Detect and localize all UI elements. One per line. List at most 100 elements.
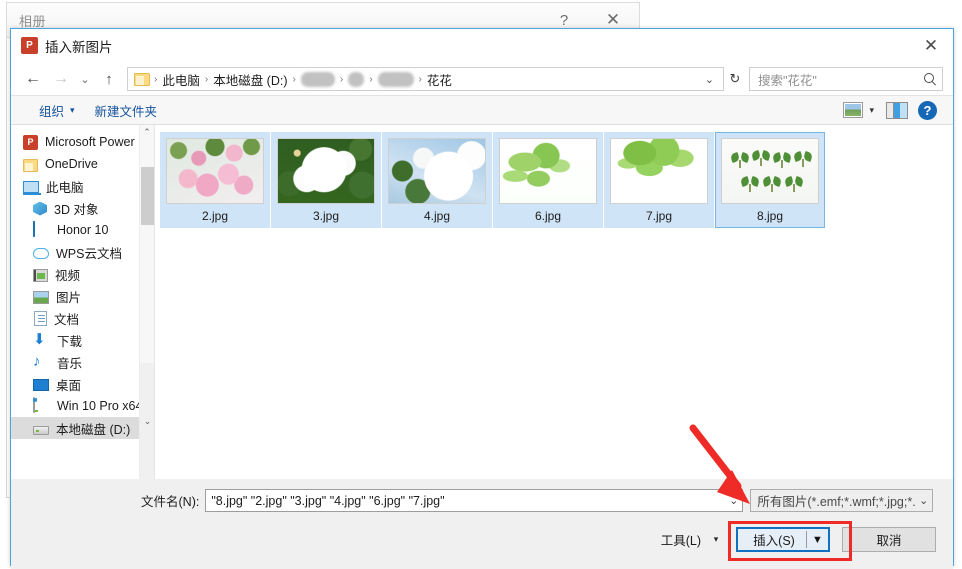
sidebar-item-3d-objects[interactable]: 3D 对象 — [11, 197, 154, 219]
recent-locations-button[interactable]: ⌄ — [75, 66, 95, 92]
music-icon: ♪ — [33, 353, 41, 370]
scroll-up-icon[interactable]: ⌃ — [140, 125, 154, 140]
drive-icon — [33, 397, 50, 414]
drive-icon — [33, 426, 49, 435]
sidebar-item-label: 下载 — [57, 334, 83, 349]
sidebar-item-label: 3D 对象 — [54, 202, 99, 217]
file-tile-3jpg[interactable]: 3.jpg — [271, 132, 381, 228]
sidebar-item-this-pc[interactable]: 此电脑 — [11, 175, 154, 197]
organize-button[interactable]: 组织 ▾ — [29, 101, 85, 120]
sidebar-item-wps-cloud[interactable]: WPS云文档 — [11, 241, 154, 263]
sidebar-item-label: Win 10 Pro x64 — [57, 399, 143, 413]
sidebar-item-videos[interactable]: 视频 — [11, 263, 154, 285]
dialog-footer: 文件名(N): "8.jpg" "2.jpg" "3.jpg" "4.jpg" … — [11, 479, 953, 569]
insert-button[interactable]: 插入(S) ▼ — [736, 527, 830, 552]
breadcrumb-separator: › — [292, 73, 296, 85]
file-name-label: 8.jpg — [756, 209, 784, 223]
sidebar-item-label: 此电脑 — [46, 180, 84, 195]
filename-value: "8.jpg" "2.jpg" "3.jpg" "4.jpg" "6.jpg" … — [211, 493, 445, 508]
search-icon — [923, 72, 937, 86]
sidebar-item-label: 图片 — [56, 290, 82, 305]
breadcrumb-redacted-1[interactable] — [300, 71, 335, 87]
thumbnail — [277, 138, 375, 204]
file-tile-4jpg[interactable]: 4.jpg — [382, 132, 492, 228]
sidebar-item-downloads[interactable]: ⬇ 下载 — [11, 329, 154, 351]
chevron-down-icon: ▾ — [70, 104, 75, 115]
sidebar-item-pictures[interactable]: 图片 — [11, 285, 154, 307]
chevron-down-icon[interactable]: ▼ — [807, 534, 828, 546]
file-name-label: 2.jpg — [201, 209, 229, 223]
breadcrumb-separator: › — [418, 73, 422, 85]
preview-pane-icon[interactable] — [886, 101, 908, 119]
sidebar-item-label: 本地磁盘 (D:) — [56, 422, 131, 437]
file-name-label: 4.jpg — [423, 209, 451, 223]
sidebar-item-label: 视频 — [55, 268, 81, 283]
file-tile-row: 2.jpg 3.jpg 4.jpg 6.jpg 7.jpg 8.jpg — [160, 132, 953, 228]
forward-button[interactable]: → — [47, 66, 75, 92]
breadcrumb-local-disk-d[interactable]: 本地磁盘 (D:) — [210, 70, 290, 89]
tools-button[interactable]: 工具(L) — [655, 530, 707, 549]
phone-icon — [33, 221, 50, 238]
file-tile-2jpg[interactable]: 2.jpg — [160, 132, 270, 228]
breadcrumb-redacted-2[interactable] — [348, 71, 365, 87]
thumbnail — [499, 138, 597, 204]
breadcrumb-this-pc[interactable]: 此电脑 — [159, 70, 203, 89]
view-mode-icon[interactable] — [843, 102, 864, 118]
filename-row: 文件名(N): "8.jpg" "2.jpg" "3.jpg" "4.jpg" … — [11, 489, 953, 512]
chevron-down-icon: ⌄ — [919, 495, 929, 507]
file-name-label: 3.jpg — [312, 209, 340, 223]
sidebar-item-win-10-pro-x64[interactable]: Win 10 Pro x64 — [11, 395, 154, 417]
cancel-button[interactable]: 取消 — [842, 527, 936, 552]
sidebar-item-label: OneDrive — [45, 157, 98, 171]
this-pc-icon — [23, 181, 41, 195]
up-button[interactable]: ↑ — [95, 66, 123, 92]
sidebar-item-label: 文档 — [54, 312, 80, 327]
filename-label: 文件名(N): — [141, 495, 200, 509]
search-placeholder: 搜索"花花" — [758, 73, 817, 88]
sidebar-item-desktop[interactable]: 桌面 — [11, 373, 154, 395]
documents-icon — [34, 310, 47, 326]
sidebar-item-label: WPS云文档 — [56, 246, 122, 261]
back-button[interactable]: ← — [19, 66, 47, 92]
address-bar[interactable]: › 此电脑 › 本地磁盘 (D:) › › › › 花花 ⌄ — [127, 67, 724, 91]
chevron-down-icon[interactable]: ⌄ — [725, 494, 738, 507]
scrollbar-thumb[interactable] — [141, 167, 154, 225]
powerpoint-icon: P — [21, 37, 38, 54]
search-input[interactable]: 搜索"花花" — [749, 67, 943, 91]
dialog-title: 插入新图片 — [45, 39, 113, 55]
sidebar-item-honor-10[interactable]: Honor 10 — [11, 219, 154, 241]
chevron-down-icon[interactable]: ▾ — [869, 105, 874, 116]
file-tile-7jpg[interactable]: 7.jpg — [604, 132, 714, 228]
file-name-label: 7.jpg — [645, 209, 673, 223]
sidebar-scrollbar[interactable]: ⌃ ⌄ — [139, 125, 155, 479]
breadcrumb-current-folder[interactable]: 花花 — [424, 70, 455, 89]
navigation-pane: P Microsoft Power OneDrive 此电脑 3D 对象 Hon… — [11, 125, 155, 479]
file-list[interactable]: 2.jpg 3.jpg 4.jpg 6.jpg 7.jpg 8.jpg — [154, 125, 953, 479]
scroll-down-icon[interactable]: ⌄ — [140, 363, 155, 479]
3d-objects-icon — [33, 201, 47, 216]
videos-icon — [33, 268, 48, 282]
dialog-button-row: 工具(L) ▾ 插入(S) ▼ 取消 — [11, 527, 953, 552]
thumbnail — [388, 138, 486, 204]
filename-input[interactable]: "8.jpg" "2.jpg" "3.jpg" "4.jpg" "6.jpg" … — [205, 489, 744, 512]
chevron-down-icon[interactable]: ⌄ — [700, 73, 719, 86]
help-icon[interactable]: ? — [918, 100, 937, 120]
sidebar-item-music[interactable]: ♪ 音乐 — [11, 351, 154, 373]
refresh-icon[interactable]: ↻ — [724, 67, 746, 91]
close-icon[interactable]: ✕ — [909, 29, 953, 63]
file-tile-8jpg[interactable]: 8.jpg — [715, 132, 825, 228]
sidebar-item-microsoft-powerpoint[interactable]: P Microsoft Power — [11, 131, 154, 153]
sidebar-item-documents[interactable]: 文档 — [11, 307, 154, 329]
filetype-value: 所有图片(*.emf;*.wmf;*.jpg;*.jp — [757, 495, 916, 509]
thumbnail — [721, 138, 819, 204]
filetype-dropdown[interactable]: 所有图片(*.emf;*.wmf;*.jpg;*.jp ⌄ — [750, 489, 934, 512]
breadcrumb-redacted-3[interactable] — [377, 71, 414, 87]
sidebar-item-local-disk-d[interactable]: 本地磁盘 (D:) — [11, 417, 154, 439]
command-bar-right: ▾ ? — [843, 100, 943, 120]
breadcrumb-separator: › — [204, 73, 209, 85]
sidebar-item-onedrive[interactable]: OneDrive — [11, 153, 154, 175]
screenshot-root: 相册 ? ✕ P 插入新图片 ✕ ← → ⌄ ↑ › 此电脑 › 本地磁盘 (D… — [0, 0, 962, 569]
chevron-down-icon[interactable]: ▾ — [707, 528, 725, 551]
new-folder-button[interactable]: 新建文件夹 — [85, 101, 168, 120]
file-tile-6jpg[interactable]: 6.jpg — [493, 132, 603, 228]
